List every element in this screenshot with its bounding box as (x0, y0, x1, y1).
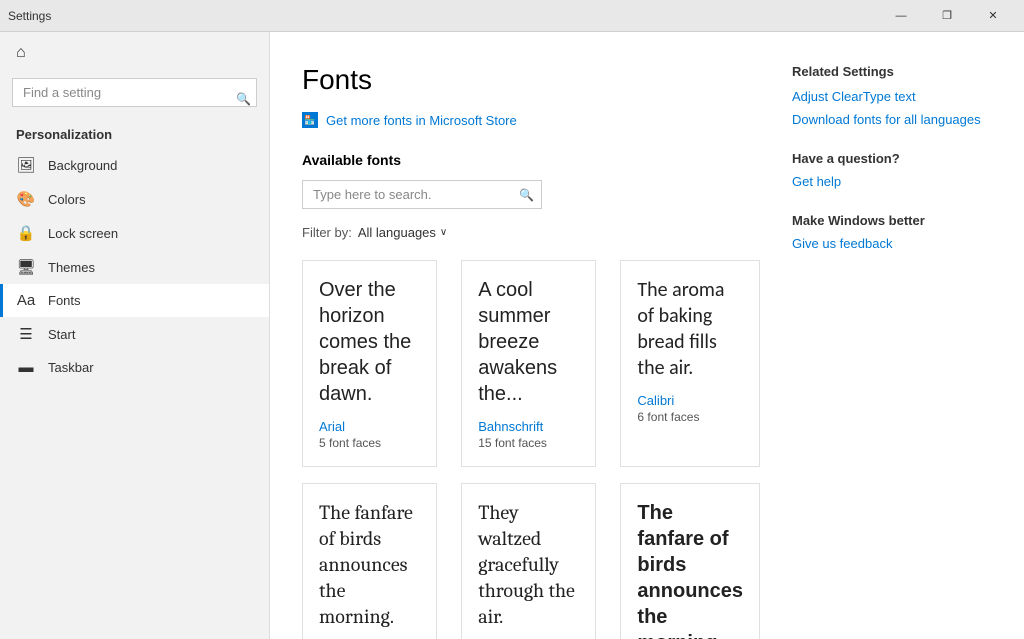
font-card-bahnschrift[interactable]: A cool summer breeze awakens the... Bahn… (461, 260, 596, 467)
font-preview-cambria-math: They waltzed gracefully through the air. (478, 500, 579, 630)
fonts-grid: Over the horizon comes the break of dawn… (302, 260, 760, 639)
sidebar-item-label-colors: Colors (48, 192, 86, 207)
have-question-section: Have a question? Get help (792, 151, 992, 189)
right-panel: Related Settings Adjust ClearType text D… (792, 64, 992, 607)
filter-label: Filter by: (302, 225, 352, 240)
sidebar-item-label-taskbar: Taskbar (48, 360, 94, 375)
sidebar-item-start[interactable]: ☰ Start (0, 317, 269, 351)
font-card-cambria[interactable]: The fanfare of birds announces the morni… (302, 483, 437, 639)
font-faces-arial: 5 font faces (319, 436, 420, 450)
get-help-link[interactable]: Get help (792, 174, 992, 189)
store-icon: 🏪 (302, 112, 318, 128)
store-link[interactable]: 🏪 Get more fonts in Microsoft Store (302, 112, 760, 128)
font-faces-bahnschrift: 15 font faces (478, 436, 579, 450)
sidebar-section-title: Personalization (0, 119, 269, 148)
sidebar-item-label-lock-screen: Lock screen (48, 226, 118, 241)
sidebar-search-input[interactable] (12, 78, 257, 107)
window-controls: — ❐ ✕ (878, 0, 1016, 32)
available-fonts-title: Available fonts (302, 152, 760, 168)
adjust-cleartype-link[interactable]: Adjust ClearType text (792, 89, 992, 104)
font-name-bahnschrift[interactable]: Bahnschrift (478, 419, 579, 434)
sidebar-item-colors[interactable]: 🎨 Colors (0, 182, 269, 216)
sidebar-item-label-start: Start (48, 327, 75, 342)
give-feedback-link[interactable]: Give us feedback (792, 236, 992, 251)
sidebar-item-taskbar[interactable]: ▬ Taskbar (0, 351, 269, 384)
filter-dropdown[interactable]: All languages ∨ (358, 225, 447, 240)
chevron-down-icon: ∨ (440, 227, 447, 238)
close-button[interactable]: ✕ (970, 0, 1016, 32)
font-preview-bahnschrift: A cool summer breeze awakens the... (478, 277, 579, 407)
sidebar-item-fonts[interactable]: Aa Fonts (0, 284, 269, 317)
titlebar: Settings — ❐ ✕ (0, 0, 1024, 32)
font-faces-calibri: 6 font faces (637, 410, 743, 424)
sidebar-item-label-fonts: Fonts (48, 293, 81, 308)
sidebar-item-label-themes: Themes (48, 260, 95, 275)
sidebar-item-label-background: Background (48, 158, 117, 173)
sidebar-item-lock-screen[interactable]: 🔒 Lock screen (0, 216, 269, 250)
fonts-icon: Aa (16, 292, 36, 309)
content-area: Fonts 🏪 Get more fonts in Microsoft Stor… (302, 64, 760, 607)
sidebar-item-background[interactable]: 🖼 Background (0, 148, 269, 182)
font-preview-calibri: The aroma of baking bread fills the air. (637, 277, 743, 381)
home-button[interactable]: ⌂ (0, 32, 269, 74)
font-name-calibri[interactable]: Calibri (637, 393, 743, 408)
start-icon: ☰ (16, 325, 36, 343)
sidebar-item-themes[interactable]: 🖥 Themes (0, 250, 269, 284)
font-preview-cambria: The fanfare of birds announces the morni… (319, 500, 420, 630)
page-title: Fonts (302, 64, 760, 96)
download-fonts-link[interactable]: Download fonts for all languages (792, 112, 992, 127)
themes-icon: 🖥 (16, 258, 36, 276)
store-link-text: Get more fonts in Microsoft Store (326, 113, 517, 128)
fonts-search-input[interactable] (302, 180, 542, 209)
background-icon: 🖼 (16, 156, 36, 174)
main-content: Fonts 🏪 Get more fonts in Microsoft Stor… (270, 32, 1024, 639)
maximize-button[interactable]: ❐ (924, 0, 970, 32)
have-question-title: Have a question? (792, 151, 992, 166)
sidebar-search-container: 🔍 (0, 74, 269, 119)
font-card-cambria-math[interactable]: They waltzed gracefully through the air.… (461, 483, 596, 639)
make-windows-section: Make Windows better Give us feedback (792, 213, 992, 251)
app-container: ⌂ 🔍 Personalization 🖼 Background 🎨 Color… (0, 32, 1024, 639)
font-card-calibri[interactable]: The aroma of baking bread fills the air.… (620, 260, 760, 467)
sidebar: ⌂ 🔍 Personalization 🖼 Background 🎨 Color… (0, 32, 270, 639)
filter-value: All languages (358, 225, 436, 240)
sidebar-search-icon: 🔍 (236, 92, 251, 106)
font-card-arial[interactable]: Over the horizon comes the break of dawn… (302, 260, 437, 467)
font-card-candara[interactable]: The fanfare of birds announces the morni… (620, 483, 760, 639)
home-icon: ⌂ (16, 44, 26, 62)
font-preview-arial: Over the horizon comes the break of dawn… (319, 277, 420, 407)
minimize-button[interactable]: — (878, 0, 924, 32)
make-windows-title: Make Windows better (792, 213, 992, 228)
font-preview-candara: The fanfare of birds announces the morni… (637, 500, 743, 639)
related-settings-section: Related Settings Adjust ClearType text D… (792, 64, 992, 127)
related-settings-title: Related Settings (792, 64, 992, 79)
font-name-arial[interactable]: Arial (319, 419, 420, 434)
fonts-search-icon: 🔍 (519, 188, 534, 202)
fonts-search-container: 🔍 (302, 180, 542, 209)
app-title: Settings (8, 9, 878, 23)
filter-bar: Filter by: All languages ∨ (302, 225, 760, 240)
taskbar-icon: ▬ (16, 359, 36, 376)
colors-icon: 🎨 (16, 190, 36, 208)
lock-screen-icon: 🔒 (16, 224, 36, 242)
